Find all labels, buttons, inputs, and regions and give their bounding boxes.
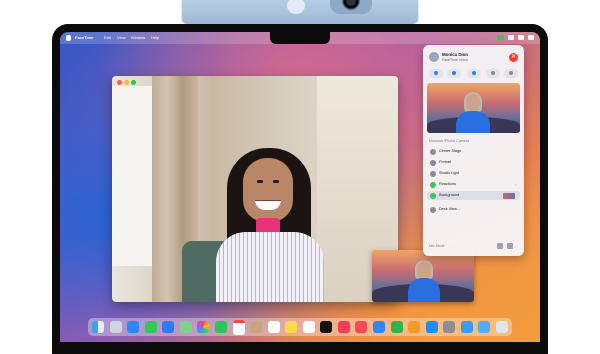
video-button[interactable] bbox=[447, 69, 461, 78]
numbers-icon[interactable] bbox=[390, 321, 403, 333]
mic-mode-button[interactable] bbox=[467, 69, 481, 78]
reminders-icon[interactable] bbox=[267, 321, 280, 333]
option-reactions[interactable]: Reactions › bbox=[427, 180, 520, 189]
reactions-icon bbox=[430, 181, 436, 188]
background-thumbnail bbox=[503, 192, 515, 199]
end-call-button[interactable]: ✕ bbox=[509, 53, 518, 62]
notes-icon[interactable] bbox=[285, 321, 298, 333]
desktop: FaceTime Edit View Window Help Monica Di… bbox=[60, 32, 540, 342]
trash-icon[interactable] bbox=[495, 321, 508, 333]
caller-eye-right bbox=[273, 180, 279, 183]
launchpad-icon[interactable] bbox=[109, 321, 122, 333]
iphone-continuity-camera bbox=[182, 0, 418, 24]
option-label: Portrait bbox=[439, 160, 452, 165]
more-button[interactable] bbox=[504, 69, 518, 78]
tv-icon[interactable] bbox=[320, 321, 333, 333]
screen-share-button[interactable] bbox=[486, 69, 500, 78]
maps-icon[interactable] bbox=[179, 321, 192, 333]
zoom-window-button[interactable] bbox=[131, 80, 136, 85]
option-label: Background bbox=[439, 193, 460, 198]
facetime-call-window[interactable] bbox=[112, 76, 398, 302]
settings-icon[interactable] bbox=[507, 243, 513, 249]
control-center-icon[interactable] bbox=[528, 35, 534, 40]
camera-notch bbox=[270, 32, 330, 44]
microphone-icon bbox=[434, 71, 438, 75]
contact-avatar bbox=[429, 52, 439, 62]
close-window-button[interactable] bbox=[117, 80, 122, 85]
option-label: Studio Light bbox=[439, 171, 460, 176]
menu-app-name[interactable]: FaceTime bbox=[75, 35, 93, 40]
option-background[interactable]: Background bbox=[427, 191, 520, 200]
self-view-pip[interactable] bbox=[372, 250, 474, 302]
dock bbox=[88, 318, 512, 336]
self-view-body bbox=[408, 278, 440, 302]
pages-icon[interactable] bbox=[408, 321, 421, 333]
photos-icon[interactable] bbox=[197, 321, 210, 333]
portrait-icon bbox=[430, 159, 436, 166]
screen-share-icon bbox=[491, 71, 495, 75]
option-desk-view[interactable]: Desk View… bbox=[427, 205, 520, 214]
menu-window[interactable]: Window bbox=[131, 35, 145, 40]
finder-icon[interactable] bbox=[92, 321, 104, 333]
facetime-status-icon[interactable] bbox=[497, 35, 504, 40]
mic-mode-label: Mic Mode bbox=[429, 244, 445, 248]
safari-icon[interactable] bbox=[127, 321, 140, 333]
preview-face bbox=[466, 94, 480, 111]
mic-mode-icon bbox=[472, 71, 476, 75]
option-center-stage[interactable]: Center Stage bbox=[427, 147, 520, 156]
apple-logo-icon bbox=[287, 0, 305, 14]
contacts-icon[interactable] bbox=[250, 321, 263, 333]
wifi-icon[interactable] bbox=[508, 35, 514, 40]
minimize-window-button[interactable] bbox=[124, 80, 129, 85]
option-label: Reactions bbox=[439, 182, 456, 187]
iphone-mirroring-icon[interactable] bbox=[460, 321, 473, 333]
camera-preview bbox=[427, 83, 520, 133]
mail-icon[interactable] bbox=[162, 321, 175, 333]
background-window bbox=[112, 86, 155, 266]
studio-light-icon bbox=[430, 170, 436, 177]
apple-menu-icon[interactable] bbox=[66, 35, 71, 41]
center-stage-icon bbox=[430, 148, 436, 155]
facetime-icon[interactable] bbox=[214, 321, 227, 333]
video-camera-icon bbox=[452, 71, 456, 75]
preview-body bbox=[456, 111, 490, 133]
video-effects-panel: Monica Dion FaceTime Video ✕ Monica's iP… bbox=[423, 45, 524, 256]
option-label: Desk View… bbox=[439, 207, 461, 212]
music-icon[interactable] bbox=[337, 321, 350, 333]
self-view-face bbox=[417, 262, 431, 279]
messages-icon[interactable] bbox=[144, 321, 157, 333]
menu-view[interactable]: View bbox=[117, 35, 126, 40]
caller-striped-shirt bbox=[216, 232, 324, 302]
menu-edit[interactable]: Edit bbox=[104, 35, 111, 40]
option-portrait[interactable]: Portrait bbox=[427, 158, 520, 167]
battery-icon[interactable] bbox=[518, 35, 524, 40]
caller-eye-left bbox=[257, 180, 263, 183]
keynote-icon[interactable] bbox=[373, 321, 385, 333]
desk-view-icon bbox=[430, 206, 436, 213]
caller-face bbox=[243, 158, 293, 222]
chevron-right-icon: › bbox=[514, 181, 516, 187]
calendar-icon[interactable] bbox=[232, 319, 245, 335]
option-studio-light[interactable]: Studio Light bbox=[427, 169, 520, 178]
news-icon[interactable] bbox=[355, 321, 368, 333]
menu-help[interactable]: Help bbox=[151, 35, 159, 40]
menu-bar-status bbox=[497, 35, 534, 40]
contact-name: Monica Dion bbox=[442, 52, 469, 57]
camera-section-title: Monica's iPhone Camera bbox=[429, 139, 470, 143]
system-settings-icon[interactable] bbox=[443, 321, 456, 333]
freeform-icon[interactable] bbox=[302, 321, 315, 333]
more-icon bbox=[509, 71, 513, 75]
app-store-icon[interactable] bbox=[425, 321, 438, 333]
background-icon bbox=[430, 192, 436, 199]
option-label: Center Stage bbox=[439, 149, 462, 154]
downloads-folder-icon[interactable] bbox=[478, 321, 491, 333]
microphone-button[interactable] bbox=[429, 69, 443, 78]
mic-mode-toggle-icon[interactable] bbox=[497, 243, 503, 249]
call-subtitle: FaceTime Video bbox=[442, 58, 468, 62]
